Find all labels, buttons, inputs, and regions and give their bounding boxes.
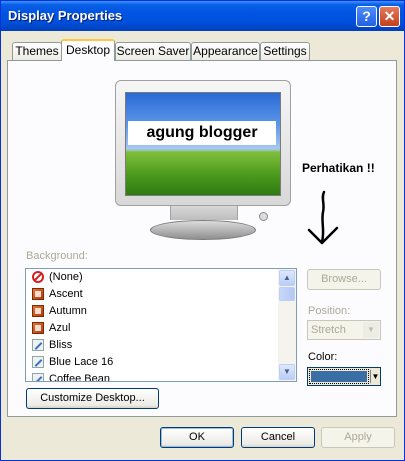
chevron-down-icon: ▼ (283, 367, 291, 376)
tab-appearance[interactable]: Appearance (191, 42, 260, 60)
background-list: (None) Ascent Autumn Azul Bliss Blue Lac… (26, 269, 278, 381)
scroll-up-button[interactable]: ▲ (279, 270, 295, 286)
list-item[interactable]: (None) (26, 269, 278, 286)
ok-button[interactable]: OK (160, 427, 234, 448)
jpeg-icon (32, 339, 44, 351)
chevron-up-icon: ▲ (283, 273, 291, 282)
preview-overlay-text: agung blogger (128, 121, 276, 145)
list-item[interactable]: Coffee Bean (26, 371, 278, 381)
background-label: Background: (26, 250, 88, 262)
jpeg-icon (32, 356, 44, 368)
tab-themes[interactable]: Themes (12, 42, 62, 60)
help-button[interactable]: ? (356, 6, 377, 27)
list-item[interactable]: Autumn (26, 303, 278, 320)
none-icon (32, 271, 44, 283)
list-item[interactable]: Blue Lace 16 (26, 354, 278, 371)
apply-button[interactable]: Apply (321, 427, 395, 448)
window-title: Display Properties (8, 8, 123, 23)
browse-button[interactable]: Browse... (307, 269, 381, 290)
monitor-stand (150, 220, 256, 240)
close-button[interactable]: ✕ (379, 6, 400, 27)
help-icon: ? (362, 8, 371, 24)
jpeg-icon (32, 373, 44, 381)
position-select[interactable]: Stretch ▼ (307, 320, 381, 340)
handdrawn-arrow-icon (307, 190, 339, 245)
customize-desktop-button[interactable]: Customize Desktop... (26, 388, 159, 409)
tab-settings[interactable]: Settings (260, 42, 310, 60)
scroll-thumb[interactable] (279, 287, 295, 301)
title-bar[interactable]: Display Properties ? ✕ (1, 1, 404, 31)
monitor-neck (170, 206, 238, 220)
position-label: Position: (308, 305, 351, 317)
color-picker-button[interactable]: ▼ (307, 367, 381, 386)
chevron-down-icon: ▼ (370, 370, 380, 383)
monitor-power-icon (259, 212, 268, 221)
color-swatch (309, 369, 369, 384)
position-value: Stretch (311, 324, 346, 336)
list-item[interactable]: Ascent (26, 286, 278, 303)
tab-screen-saver[interactable]: Screen Saver (115, 42, 191, 60)
bitmap-icon (32, 288, 44, 300)
tab-desktop[interactable]: Desktop (61, 39, 115, 61)
annotation-text: Perhatikan !! (302, 161, 375, 175)
bitmap-icon (32, 322, 44, 334)
list-item[interactable]: Bliss (26, 337, 278, 354)
cancel-button[interactable]: Cancel (241, 427, 315, 448)
color-label: Color: (308, 351, 338, 363)
close-icon: ✕ (383, 8, 396, 24)
background-listbox[interactable]: (None) Ascent Autumn Azul Bliss Blue Lac… (25, 268, 297, 382)
bitmap-icon (32, 305, 44, 317)
chevron-down-icon: ▼ (363, 322, 379, 338)
background-list-scrollbar[interactable]: ▲ ▼ (278, 269, 296, 381)
scroll-down-button[interactable]: ▼ (279, 364, 295, 380)
list-item[interactable]: Azul (26, 320, 278, 337)
